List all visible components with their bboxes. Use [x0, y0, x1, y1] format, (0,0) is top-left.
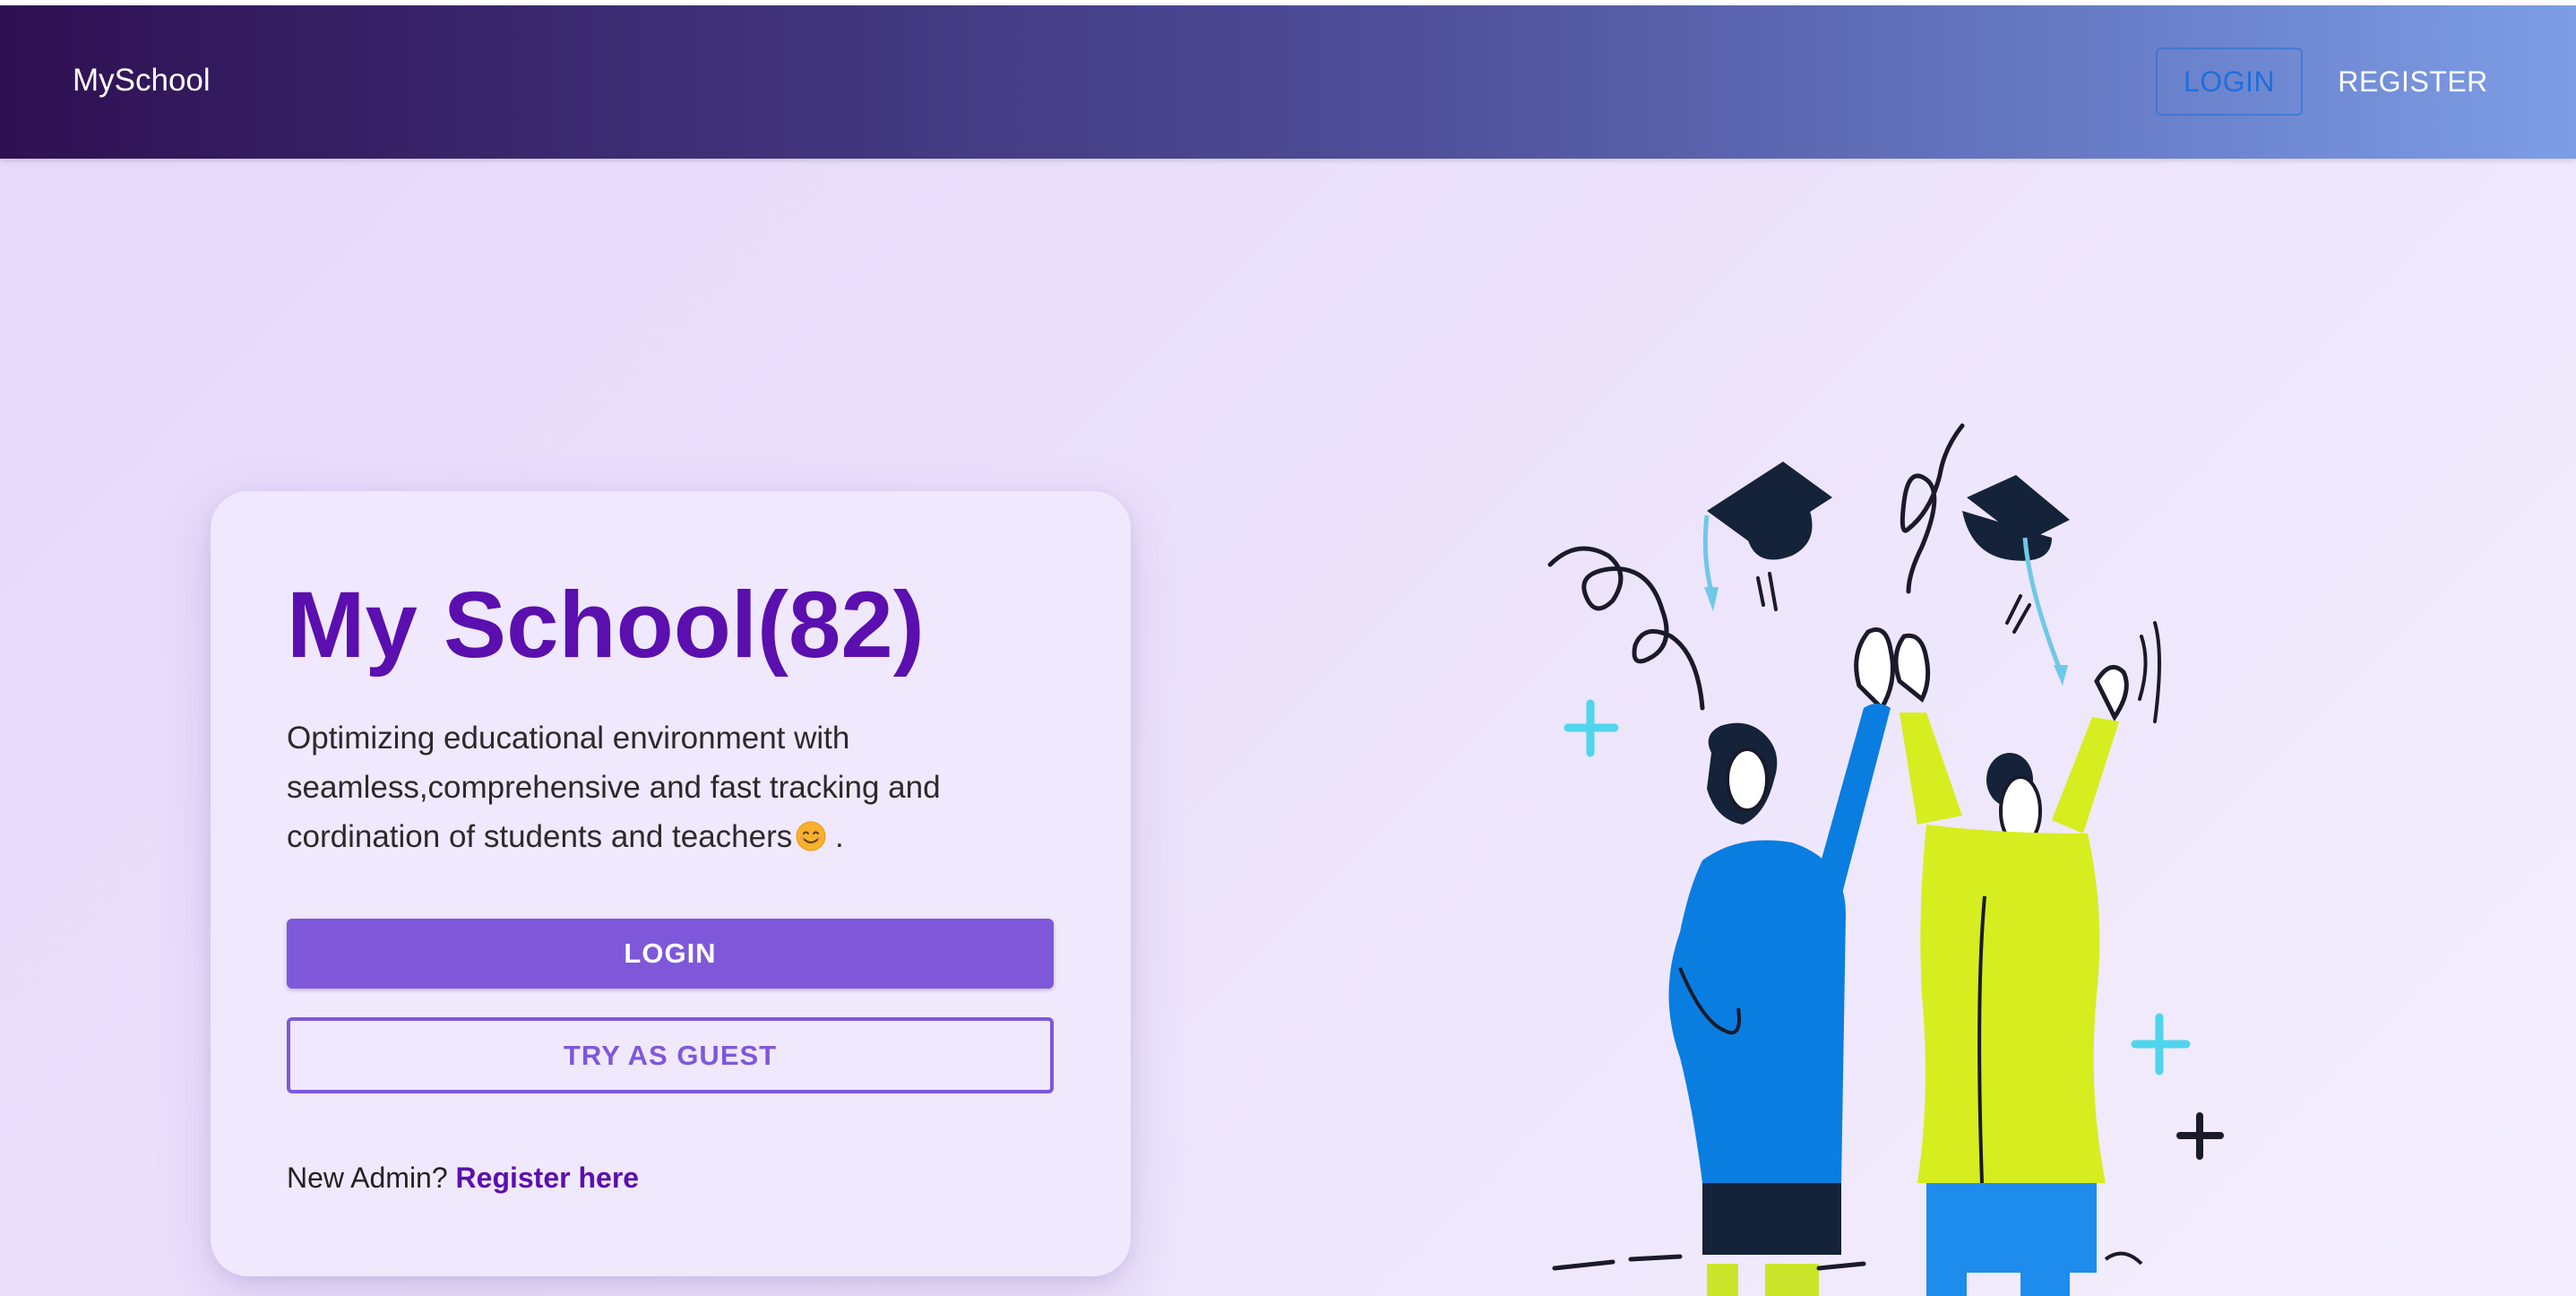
hero-description: Optimizing educational environment with …: [287, 713, 1004, 861]
admin-register-prompt: New Admin? Register here: [287, 1162, 639, 1195]
graduates-celebrating-illustration: [1547, 423, 2224, 1296]
page-title: My School(82): [287, 573, 925, 678]
smiling-face-icon: [796, 821, 826, 851]
nav-register-button[interactable]: REGISTER: [2330, 48, 2496, 116]
navbar: MySchool LOGIN REGISTER: [0, 5, 2576, 159]
nav-login-button[interactable]: LOGIN: [2156, 48, 2303, 116]
register-here-link[interactable]: Register here: [456, 1162, 640, 1194]
hero-description-end: .: [835, 819, 844, 854]
new-admin-label: New Admin?: [287, 1162, 448, 1194]
try-as-guest-button[interactable]: TRY AS GUEST: [287, 1017, 1054, 1093]
hero-card: My School(82) Optimizing educational env…: [211, 491, 1131, 1276]
login-button[interactable]: LOGIN: [287, 919, 1054, 989]
brand-logo[interactable]: MySchool: [73, 63, 211, 99]
